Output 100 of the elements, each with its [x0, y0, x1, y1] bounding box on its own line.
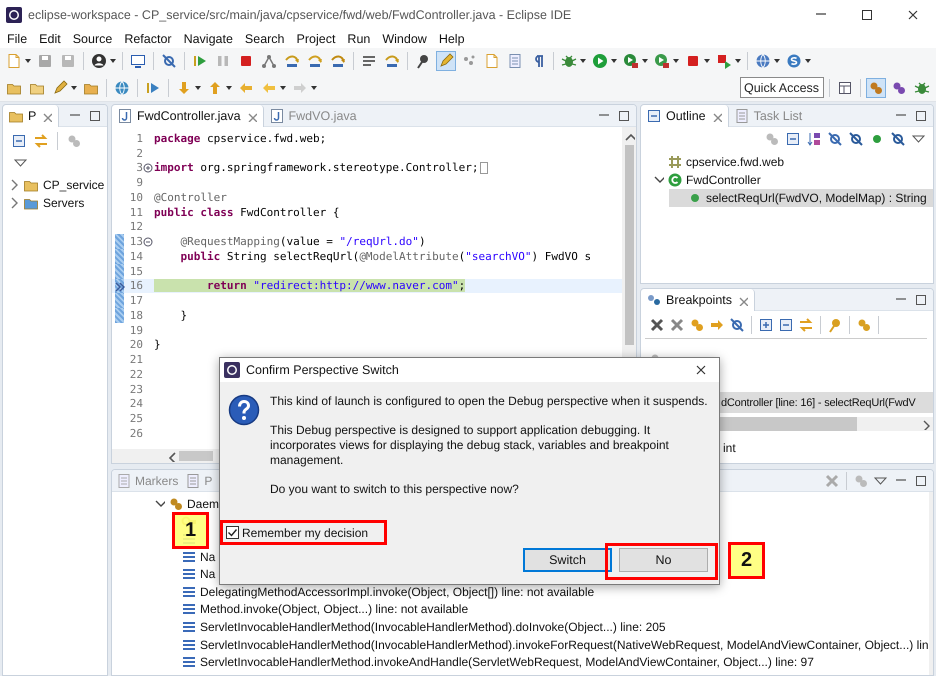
menu-item[interactable]: Search [238, 32, 291, 46]
markers-icon [116, 472, 132, 488]
line-number: 11 [128, 206, 143, 219]
tree-item[interactable]: FwdController [686, 173, 761, 187]
menu-item[interactable]: Run [341, 32, 376, 46]
checkbox[interactable]: Remember my decision [226, 526, 368, 540]
tree-item[interactable]: Na [200, 567, 216, 582]
line-number: 15 [128, 264, 143, 278]
dialog-button[interactable]: No [619, 548, 708, 572]
line-number: 13 [128, 235, 143, 248]
tree-item[interactable]: cpservice.fwd.web [686, 155, 784, 169]
coverage-icon[interactable] [621, 51, 641, 71]
hide-local-icon[interactable] [890, 131, 906, 147]
line-number: 19 [128, 324, 143, 337]
line-number: 2 [135, 146, 143, 160]
message-text: This kind of launch is configured to open the Debug perspective when it suspends. [270, 394, 709, 409]
menu-item[interactable]: Refactor [118, 32, 178, 46]
menu-item[interactable]: Source [66, 32, 118, 46]
view-tab[interactable]: FwdController.java [112, 105, 264, 126]
task-list-icon [734, 108, 750, 124]
line-number: 17 [128, 294, 143, 308]
line-number: 14 [128, 250, 143, 263]
question-icon [228, 394, 260, 426]
skip-icon[interactable] [729, 317, 745, 333]
line-number: 3 [135, 161, 143, 174]
class-icon [667, 172, 683, 188]
outline-icon [646, 108, 662, 124]
sort-icon[interactable] [806, 131, 822, 147]
tree-item[interactable]: Method.invoke(Object, Object...) line: not available [200, 602, 468, 616]
quick-access-field[interactable]: Quick Access [740, 77, 824, 98]
step-number: 2 [728, 542, 765, 579]
tree-item[interactable]: Servers [43, 196, 84, 210]
app-logo-icon [6, 7, 22, 23]
tree-item[interactable]: Daem [187, 496, 220, 511]
tools-run-icon[interactable] [652, 51, 672, 71]
view-tab[interactable]: Breakpoints [641, 289, 756, 310]
menu-item[interactable]: Edit [33, 32, 67, 46]
pencil-icon[interactable] [436, 51, 456, 71]
code-line: } [154, 338, 161, 352]
step-number: 1 [172, 512, 209, 549]
line-number: 21 [128, 353, 143, 366]
line-number: 10 [128, 190, 143, 204]
line-number: 20 [128, 338, 143, 352]
collapse-all-icon[interactable] [778, 317, 794, 333]
tree-item[interactable]: ServletInvocableHandlerMethod(InvocableHandlerMethod).invokeForRequest(NativeWebRequest, ModelAndViewContainer, Object...) lin [200, 638, 929, 652]
view-tab[interactable]: Outline [641, 105, 729, 126]
tree-item[interactable]: ServletInvocableHandlerMethod(InvocableHandlerMethod).doInvoke(Object...) line: 205 [200, 620, 666, 634]
menu-item[interactable]: Navigate [178, 32, 239, 46]
scroll-thumb[interactable] [179, 451, 213, 461]
page-icon [185, 472, 202, 488]
tree-item[interactable]: DelegatingMethodAccessorImpl.invoke(Object, Object[]) line: not available [200, 584, 594, 599]
checkbox-icon[interactable] [226, 526, 239, 539]
remove-all-icon[interactable] [669, 317, 685, 333]
tree-item[interactable]: ServletInvocableHandlerMethod.invokeAndHandle(ServletWebRequest, ModelAndViewContainer, Object...) line: 97 [200, 655, 814, 670]
java-ee-perspective-icon[interactable] [866, 78, 886, 98]
person-icon[interactable] [89, 51, 109, 71]
detail-text: int [723, 441, 736, 455]
code-line: import org.springframework.stereotype.Controller; [154, 161, 479, 174]
menu-item[interactable]: File [1, 32, 34, 46]
folded-code-icon [478, 160, 489, 176]
collapse-all-icon[interactable] [785, 131, 801, 147]
code-line: package cpservice.fwd.web; [154, 132, 326, 145]
code-line: public class FwdController { [154, 206, 340, 219]
message-text: This Debug perspective is designed to support application debugging. It incorporates views for displaying the debug stack, variables and breakpoint management. [270, 423, 670, 468]
remove-icon[interactable] [649, 317, 665, 333]
dialog-button[interactable]: Switch [523, 548, 612, 572]
code-line: } [179, 308, 188, 322]
java-file-icon [117, 108, 133, 124]
java-file-icon [268, 108, 285, 124]
tree-item[interactable]: Na [200, 550, 216, 564]
line-number: 25 [128, 412, 143, 426]
window-title: eclipse-workspace - CP_service/src/main/java/cpservice/fwd/web/FwdController.java - Eclipse IDE [28, 8, 572, 22]
hide-static-icon[interactable] [848, 131, 864, 147]
line-number: 22 [128, 368, 143, 381]
collapse-all-icon[interactable] [11, 133, 27, 149]
expand-all-icon[interactable] [758, 317, 774, 333]
line-number: 1 [135, 132, 143, 145]
line-number: 18 [128, 308, 143, 322]
message-text: Do you want to switch to this perspective now? [270, 482, 520, 497]
line-number: 23 [128, 382, 143, 396]
hide-fields-icon[interactable] [827, 131, 843, 147]
app-logo-icon [224, 362, 240, 378]
menu-item[interactable]: Help [432, 32, 471, 46]
view-tab[interactable]: P [3, 105, 60, 126]
tree-item[interactable]: CP_service [43, 178, 104, 192]
line-number: 26 [128, 426, 143, 440]
line-number: 9 [135, 176, 143, 190]
code-line: public String selectReqUrl(@ModelAttribute("searchVO") FwdVO s [179, 250, 592, 263]
line-number: 12 [128, 220, 143, 234]
code-line: @RequestMapping(value = "/reqUrl.do") [179, 235, 426, 248]
package-icon [667, 154, 683, 170]
line-number: 16 [128, 279, 143, 292]
line-number: 24 [128, 397, 143, 410]
code-line: @Controller [154, 190, 227, 204]
menu-item[interactable]: Project [290, 32, 342, 46]
menu-item[interactable]: Window [376, 32, 433, 46]
process-gear-icon [168, 496, 184, 512]
dialog-title: Confirm Perspective Switch [246, 363, 400, 377]
list-item[interactable]: dController [line: 16] - selectReqUrl(FwdV [721, 396, 916, 408]
scroll-thumb[interactable] [624, 145, 634, 345]
